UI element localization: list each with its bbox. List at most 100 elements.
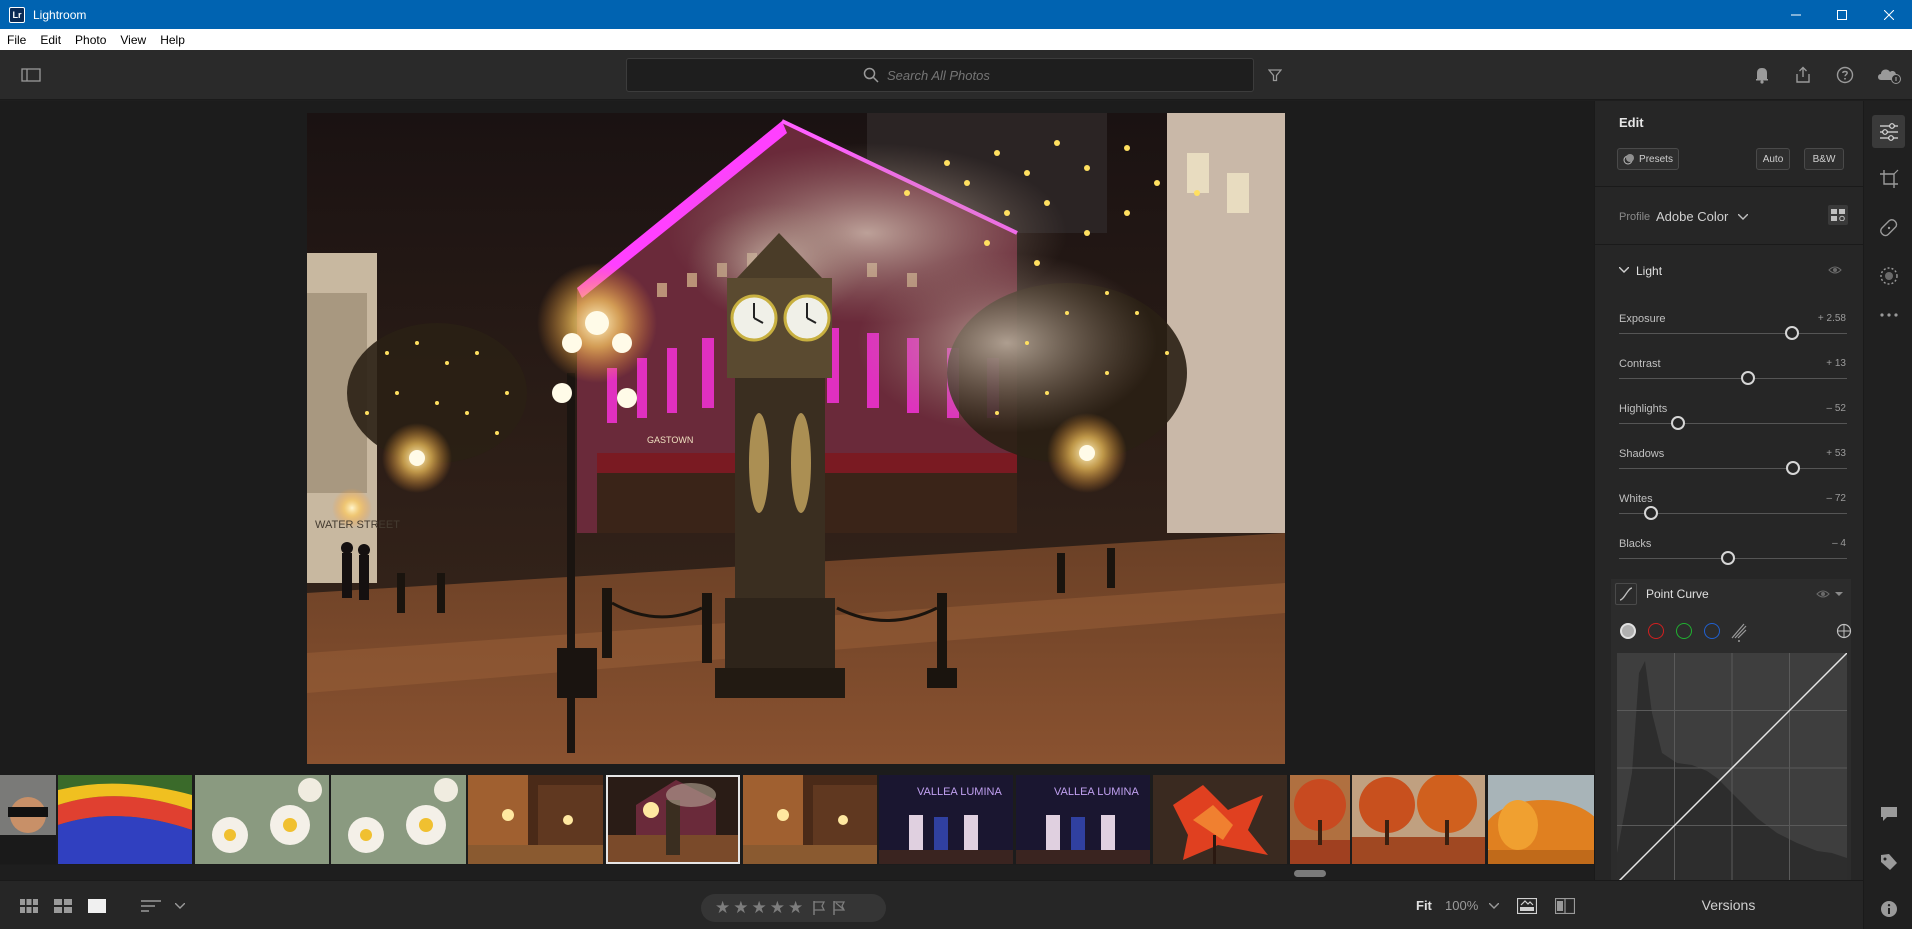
- sort-dropdown-button[interactable]: [172, 896, 188, 916]
- slider-value-highlights[interactable]: – 52: [1827, 403, 1846, 414]
- point-curve-title[interactable]: Point Curve: [1646, 587, 1709, 601]
- zoom-percent-button[interactable]: 100%: [1445, 898, 1478, 913]
- filmstrip-thumb-9[interactable]: VALLEA LUMINA: [1016, 775, 1150, 864]
- red-channel-button[interactable]: [1648, 623, 1664, 639]
- filmstrip-thumb-3[interactable]: [195, 775, 329, 864]
- slider-track-highlights[interactable]: [1619, 423, 1847, 424]
- main-photo[interactable]: WATER STREET GASTOWN: [307, 113, 1285, 764]
- slider-value-whites[interactable]: – 72: [1827, 493, 1846, 504]
- curve-toggle-button[interactable]: [1615, 583, 1637, 605]
- star-5-icon[interactable]: ★: [788, 898, 803, 918]
- cloud-sync-button[interactable]: [1875, 63, 1903, 87]
- photo-grid-button[interactable]: [52, 896, 74, 916]
- slider-value-contrast[interactable]: + 13: [1826, 358, 1846, 369]
- minimize-button[interactable]: [1773, 0, 1819, 29]
- bw-button[interactable]: B&W: [1804, 148, 1844, 170]
- maximize-button[interactable]: [1819, 0, 1865, 29]
- menu-help[interactable]: Help: [153, 33, 192, 47]
- thumb-image: VALLEA LUMINA: [879, 775, 1013, 864]
- title-bar: Lr Lightroom: [0, 0, 1912, 29]
- menu-file[interactable]: File: [0, 33, 33, 47]
- profile-browser-button[interactable]: [1828, 205, 1848, 225]
- profile-dropdown[interactable]: Adobe Color: [1656, 209, 1728, 224]
- star-2-icon[interactable]: ★: [733, 898, 748, 918]
- filmstrip-thumb-11[interactable]: [1290, 775, 1350, 864]
- slider-label-contrast: Contrast: [1619, 358, 1661, 370]
- chevron-down-icon[interactable]: [1619, 267, 1629, 273]
- filmstrip-thumb-10[interactable]: [1153, 775, 1287, 864]
- blue-channel-button[interactable]: [1704, 623, 1720, 639]
- auto-button[interactable]: Auto: [1756, 148, 1790, 170]
- light-section-title[interactable]: Light: [1636, 264, 1662, 278]
- filmstrip-thumb-7[interactable]: [743, 775, 877, 864]
- slider-value-exposure[interactable]: + 2.58: [1818, 313, 1846, 324]
- green-channel-button[interactable]: [1676, 623, 1692, 639]
- square-grid-button[interactable]: [18, 896, 40, 916]
- share-button[interactable]: [1792, 64, 1814, 86]
- healing-tool-button[interactable]: [1872, 211, 1905, 244]
- filmstrip-thumb-2[interactable]: [58, 775, 192, 864]
- filmstrip-thumb-5[interactable]: [468, 775, 603, 864]
- menu-photo[interactable]: Photo: [68, 33, 113, 47]
- flag-icons[interactable]: [812, 900, 848, 916]
- slider-thumb-blacks[interactable]: [1721, 551, 1736, 565]
- search-input[interactable]: [887, 67, 1017, 83]
- star-1-icon[interactable]: ★: [715, 898, 730, 918]
- filmstrip-thumb-1[interactable]: [0, 775, 56, 864]
- slider-thumb-contrast[interactable]: [1740, 371, 1755, 385]
- star-4-icon[interactable]: ★: [770, 898, 785, 918]
- filmstrip-scrollbar[interactable]: [1294, 870, 1326, 877]
- share-icon: [1796, 66, 1810, 83]
- crop-tool-button[interactable]: [1872, 162, 1905, 195]
- filmstrip-thumb-8[interactable]: VALLEA LUMINA: [879, 775, 1013, 864]
- more-tools-button[interactable]: [1872, 298, 1905, 331]
- tone-curve-graph[interactable]: [1617, 652, 1848, 881]
- menu-view[interactable]: View: [113, 33, 153, 47]
- slider-track-contrast[interactable]: [1619, 378, 1847, 379]
- chevron-down-icon[interactable]: [1738, 214, 1748, 220]
- star-3-icon[interactable]: ★: [752, 898, 767, 918]
- zoom-dropdown-button[interactable]: [1486, 898, 1502, 914]
- keywords-button[interactable]: [1872, 845, 1905, 878]
- app-title: Lightroom: [33, 7, 87, 22]
- filmstrip-thumb-13[interactable]: [1488, 775, 1594, 864]
- info-button[interactable]: [1872, 892, 1905, 925]
- eye-icon[interactable]: [1816, 589, 1830, 599]
- parametric-curve-icon[interactable]: [1730, 622, 1748, 642]
- versions-button[interactable]: Versions: [1594, 880, 1863, 929]
- help-button[interactable]: [1834, 64, 1856, 86]
- chevron-down-icon[interactable]: [1835, 592, 1843, 597]
- notifications-button[interactable]: [1751, 64, 1773, 86]
- comments-button[interactable]: [1872, 797, 1905, 830]
- compare-button[interactable]: [1553, 895, 1577, 917]
- slider-thumb-exposure[interactable]: [1785, 326, 1800, 340]
- filmstrip-thumb-12[interactable]: [1352, 775, 1485, 864]
- filmstrip-thumb-6-selected[interactable]: [606, 775, 740, 864]
- target-adjust-icon[interactable]: [1836, 623, 1852, 639]
- slider-track-shadows[interactable]: [1619, 468, 1847, 469]
- slider-value-blacks[interactable]: – 4: [1832, 538, 1846, 549]
- sort-button[interactable]: [139, 896, 163, 916]
- masking-tool-button[interactable]: [1872, 259, 1905, 292]
- panel-toggle-button[interactable]: [18, 64, 44, 86]
- filmstrip-toggle-button[interactable]: [1515, 895, 1539, 917]
- detail-view-button[interactable]: [86, 896, 108, 916]
- cloud-icon: [1878, 69, 1901, 84]
- edit-tool-button[interactable]: [1872, 115, 1905, 148]
- slider-track-exposure[interactable]: [1619, 333, 1847, 334]
- zoom-fit-button[interactable]: Fit: [1416, 898, 1432, 913]
- slider-thumb-shadows[interactable]: [1786, 461, 1801, 475]
- presets-button[interactable]: Presets: [1617, 148, 1679, 170]
- menu-edit[interactable]: Edit: [33, 33, 68, 47]
- search-box[interactable]: [626, 58, 1254, 92]
- thumb-image: [195, 775, 329, 864]
- rgb-channel-button[interactable]: [1620, 623, 1636, 639]
- filter-button[interactable]: [1264, 65, 1286, 85]
- slider-thumb-whites[interactable]: [1643, 506, 1658, 520]
- slider-value-shadows[interactable]: + 53: [1826, 448, 1846, 459]
- filmstrip-thumb-4[interactable]: [331, 775, 466, 864]
- slider-thumb-highlights[interactable]: [1671, 416, 1686, 430]
- eye-icon[interactable]: [1828, 265, 1842, 275]
- profile-grid-icon: [1831, 209, 1845, 221]
- close-button[interactable]: [1866, 0, 1912, 29]
